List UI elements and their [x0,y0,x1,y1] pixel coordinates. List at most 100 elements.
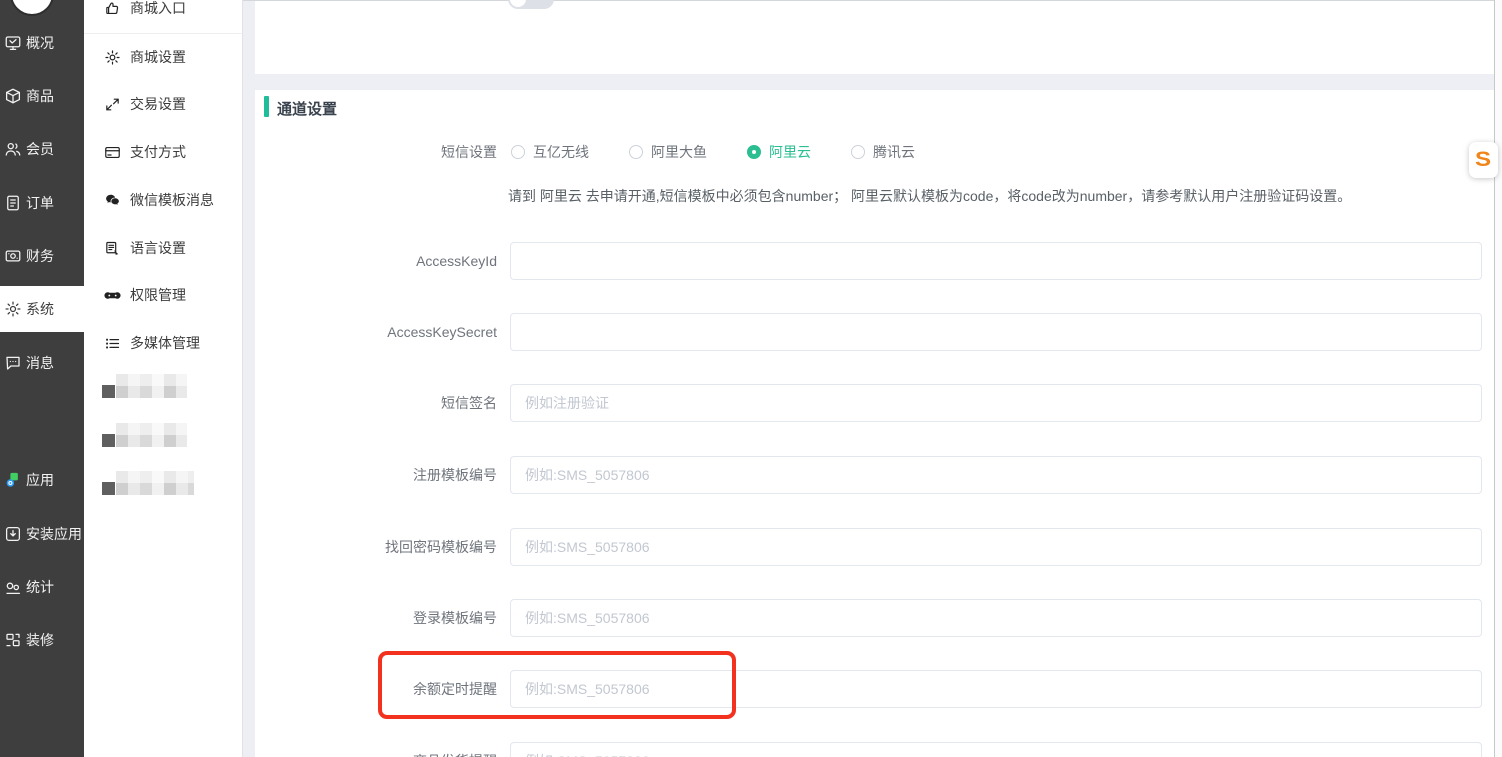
sidebar-item-stats[interactable]: 统计 [0,564,84,610]
sidebar-item-apps[interactable]: 应用 [0,457,84,503]
language-icon [104,240,121,257]
sidebar-item-label: 会员 [26,141,54,157]
field-input-5[interactable] [510,528,1482,566]
submenu-item-1[interactable]: 商城入口 [84,0,242,31]
radio-circle-icon[interactable] [629,145,643,159]
members-icon [4,140,22,158]
radio-label: 阿里大鱼 [651,144,707,160]
submenu-item-7[interactable]: 权限管理 [84,272,242,318]
field-input-4[interactable] [510,456,1482,494]
radio-circle-icon[interactable] [851,145,865,159]
permission-icon [104,287,121,304]
submenu-item-4[interactable]: 支付方式 [84,129,242,175]
sidebar-item-label: 系统 [26,301,54,317]
radio-provider-2[interactable]: 阿里大鱼 [629,142,707,162]
sidebar-item-label: 统计 [26,579,54,595]
radio-circle-icon[interactable] [747,145,761,159]
sidebar-item-label: 订单 [26,195,54,211]
extension-logo-icon: S [1475,148,1492,171]
secondary-sidebar: 商城入口商城设置交易设置支付方式微信模板消息 语言设置权限管理 多媒体管理 [84,0,243,757]
radio-provider-1[interactable]: 互亿无线 [511,142,589,162]
install-apps-icon [4,525,22,543]
toggle-switch[interactable] [508,0,554,9]
submenu-divider [84,33,242,34]
sms-provider-row: 短信设置 互亿无线 阿里大鱼 阿里云 腾讯云 [255,142,955,162]
provider-hint-text: 请到 阿里云 去申请开通,短信模板中必须包含number； 阿里云默认模板为co… [508,188,1352,204]
radio-label: 阿里云 [769,144,811,160]
sidebar-item-members[interactable]: 会员 [0,126,84,172]
media-list-icon [104,335,121,352]
submenu-item-label: 商城入口 [130,0,186,16]
form-row-7: 余额定时提醒 [255,670,1494,708]
field-input-2[interactable] [510,313,1482,351]
field-label: 注册模板编号 [413,467,497,483]
form-row-5: 找回密码模板编号 [255,528,1494,566]
redacted-label [116,374,187,398]
previous-section-card [255,0,1494,74]
sms-setting-label: 短信设置 [441,144,497,160]
field-input-1[interactable] [510,242,1482,280]
field-input-3[interactable] [510,384,1482,422]
form-row-1: AccessKeyId [255,242,1494,280]
form-row-2: AccessKeySecret [255,313,1494,351]
trade-arrows-icon [104,96,121,113]
field-label: 商品发货提醒 [255,742,497,757]
submenu-item-label: 语言设置 [130,240,186,256]
field-label: AccessKeyId [416,253,497,269]
radio-label: 互亿无线 [533,144,589,160]
submenu-item-6[interactable]: 语言设置 [84,225,242,271]
field-input-6[interactable] [510,599,1482,637]
submenu-item-label: 商城设置 [130,49,186,65]
submenu-item-8[interactable]: 多媒体管理 [84,320,242,366]
sidebar-item-system-gear[interactable]: 系统 [0,286,84,332]
form-row-4: 注册模板编号 [255,456,1494,494]
sidebar-item-install-apps[interactable]: 安装应用 [0,511,84,557]
decoration-icon [4,631,22,649]
form-row-8: 商品发货提醒 [255,742,1494,757]
submenu-item-redacted-1[interactable] [102,374,187,398]
sms-provider-radio-group: 互亿无线 阿里大鱼 阿里云 腾讯云 [511,142,955,162]
sidebar-item-finance[interactable]: 财务 [0,233,84,279]
app-logo[interactable] [10,0,54,16]
sidebar-item-orders[interactable]: 订单 [0,180,84,226]
content-background: 通道设置 短信设置 互亿无线 阿里大鱼 阿里云 腾讯云 请到 阿里云 去申请开通,短信… [243,0,1494,757]
submenu-item-label: 微信模板消息 [130,192,214,208]
sidebar-item-label: 消息 [26,355,54,371]
sidebar-item-label: 装修 [26,632,54,648]
redacted-label [116,471,194,495]
submenu-item-5[interactable]: 微信模板消息 [84,177,242,223]
sidebar-item-overview[interactable]: 概况 [0,20,84,66]
sidebar-item-products[interactable]: 商品 [0,73,84,119]
submenu-item-2[interactable]: 商城设置 [84,34,242,80]
field-input-8[interactable] [510,742,1482,757]
form-row-3: 短信签名 [255,384,1494,422]
redacted-label [116,423,187,447]
submenu-item-3[interactable]: 交易设置 [84,81,242,127]
sidebar-item-decoration[interactable]: 装修 [0,617,84,663]
radio-provider-3[interactable]: 阿里云 [747,142,811,162]
sidebar-item-messages[interactable]: 消息 [0,340,84,386]
field-label: 短信签名 [441,395,497,411]
submenu-item-redacted-3[interactable] [102,471,194,495]
sidebar-item-label: 商品 [26,88,54,104]
finance-icon [4,247,22,265]
radio-circle-icon[interactable] [511,145,525,159]
gear-icon [104,49,121,66]
submenu-item-label: 支付方式 [130,144,186,160]
redacted-icon [102,482,115,495]
channel-settings-card: 通道设置 短信设置 互亿无线 阿里大鱼 阿里云 腾讯云 请到 阿里云 去申请开通,短信… [255,90,1494,757]
radio-provider-4[interactable]: 腾讯云 [851,142,915,162]
field-label: 登录模板编号 [413,610,497,626]
wechat-icon [104,192,121,209]
field-label: AccessKeySecret [387,324,497,340]
sidebar-item-label: 安装应用 [26,526,82,542]
section-accent-bar [264,96,269,117]
submenu-item-redacted-2[interactable] [102,423,187,447]
page-scrollbar[interactable] [1494,0,1502,757]
submenu-item-label: 交易设置 [130,96,186,112]
floating-extension-tab[interactable]: S [1469,142,1498,178]
field-input-7[interactable] [510,670,1482,708]
overview-icon [4,34,22,52]
form-row-6: 登录模板编号 [255,599,1494,637]
toggle-knob [510,0,526,7]
